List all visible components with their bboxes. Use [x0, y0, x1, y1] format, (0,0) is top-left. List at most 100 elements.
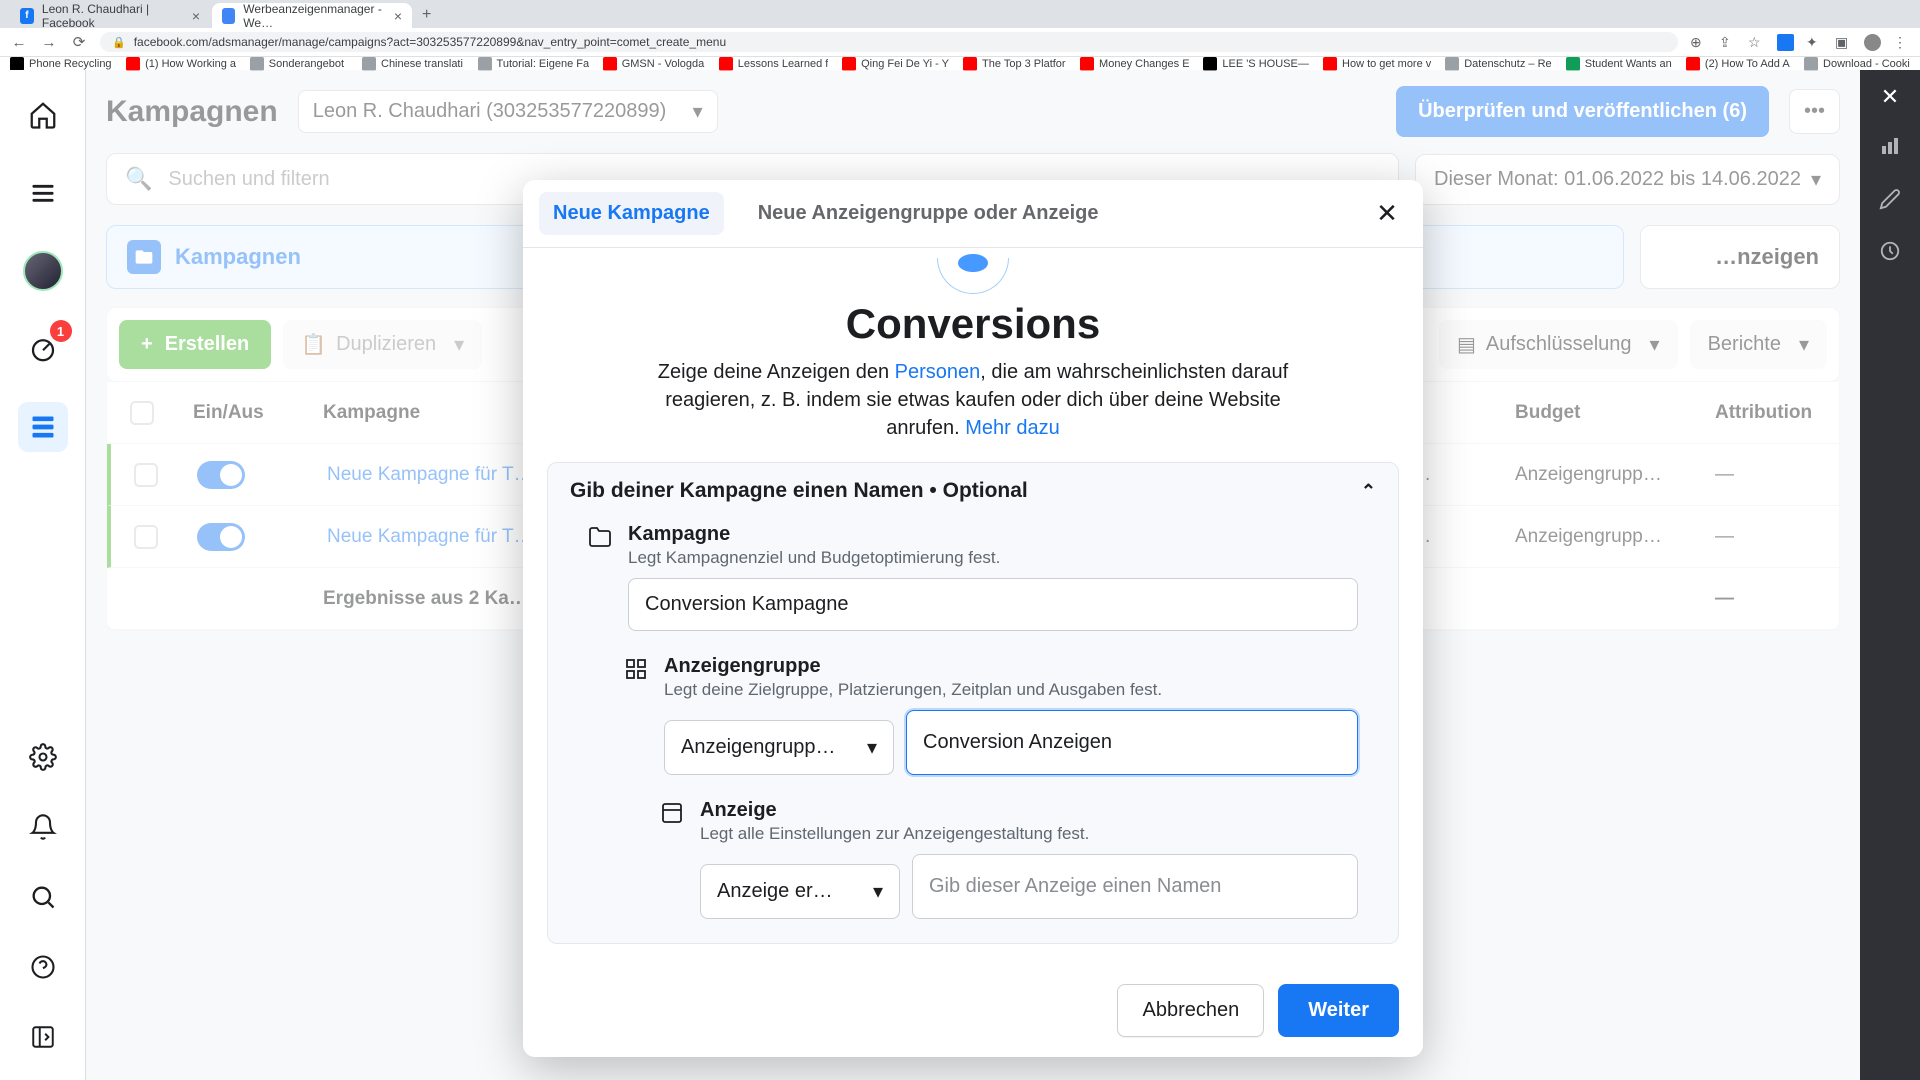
bookmark[interactable]: Chinese translati…	[362, 57, 464, 71]
lock-icon: 🔒	[112, 36, 126, 49]
youtube-icon	[963, 57, 977, 71]
cancel-button[interactable]: Abbrechen	[1117, 984, 1264, 1037]
naming-section-header[interactable]: Gib deiner Kampagne einen Namen • Option…	[548, 463, 1398, 519]
forward-icon[interactable]: →	[40, 34, 58, 51]
menu-icon[interactable]: ⋮	[1893, 34, 1910, 51]
campaign-name-input[interactable]	[628, 578, 1358, 631]
browser-tab[interactable]: f Leon R. Chaudhari | Facebook ×	[10, 3, 210, 28]
bookmark[interactable]: Student Wants an…	[1566, 57, 1672, 71]
folder-icon	[588, 525, 614, 554]
naming-section: Gib deiner Kampagne einen Namen • Option…	[547, 462, 1399, 944]
ad-action-select[interactable]: Anzeige er…▾	[700, 864, 900, 919]
home-icon[interactable]	[18, 90, 68, 140]
menu-icon[interactable]	[18, 168, 68, 218]
adgroup-action-select[interactable]: Anzeigengrupp…▾	[664, 720, 894, 775]
youtube-icon	[1686, 57, 1700, 71]
chevron-up-icon: ⌃	[1361, 481, 1376, 502]
bell-icon[interactable]	[18, 802, 68, 852]
account-avatar[interactable]	[18, 246, 68, 296]
url-text: facebook.com/adsmanager/manage/campaigns…	[134, 35, 726, 49]
facebook-extension-icon[interactable]	[1777, 34, 1794, 51]
bookmark[interactable]: Sonderangebot …	[250, 57, 348, 71]
tabs-icon[interactable]: ▣	[1835, 34, 1852, 51]
modal-tab-new-campaign[interactable]: Neue Kampagne	[539, 192, 724, 235]
bookmark[interactable]: GMSN - Vologda…	[603, 57, 705, 71]
bookmark-icon	[362, 57, 376, 71]
next-button[interactable]: Weiter	[1278, 984, 1399, 1037]
collapse-icon[interactable]	[18, 1012, 68, 1062]
bookmark-icon	[1804, 57, 1818, 71]
bookmark[interactable]: (2) How To Add A…	[1686, 57, 1790, 71]
new-tab-button[interactable]: +	[414, 2, 439, 28]
conversions-icon	[937, 258, 1009, 294]
modal-footer: Abbrechen Weiter	[523, 964, 1423, 1057]
youtube-icon	[842, 57, 856, 71]
bookmark-icon	[1566, 57, 1580, 71]
new-campaign-modal: Neue Kampagne Neue Anzeigengruppe oder A…	[523, 180, 1423, 1057]
help-icon[interactable]	[18, 942, 68, 992]
bookmark-icon	[10, 57, 24, 71]
objective-hero: Conversions Zeige deine Anzeigen den Per…	[547, 258, 1399, 442]
grid-icon	[624, 657, 650, 686]
youtube-icon	[719, 57, 733, 71]
browser-nav-bar: ← → ⟳ 🔒 facebook.com/adsmanager/manage/c…	[0, 28, 1920, 57]
adgroup-name-input[interactable]	[906, 710, 1358, 775]
bookmark[interactable]: Tutorial: Eigene Fa…	[478, 57, 589, 71]
bookmark[interactable]: Money Changes E…	[1080, 57, 1189, 71]
close-icon[interactable]: ×	[192, 8, 200, 24]
zoom-icon[interactable]: ⊕	[1690, 34, 1707, 51]
bookmark[interactable]: Download - Cooki…	[1804, 57, 1910, 71]
extensions-icon[interactable]: ✦	[1806, 34, 1823, 51]
bookmark-bar: Phone Recycling… (1) How Working a… Sond…	[0, 57, 1920, 70]
tab-label: Leon R. Chaudhari | Facebook	[42, 2, 184, 30]
star-icon[interactable]: ☆	[1748, 34, 1765, 51]
chevron-down-icon: ▾	[873, 879, 883, 904]
notification-badge: 1	[50, 320, 72, 342]
modal-tabs: Neue Kampagne Neue Anzeigengruppe oder A…	[523, 180, 1423, 248]
chevron-down-icon: ▾	[867, 735, 877, 760]
profile-avatar[interactable]	[1864, 34, 1881, 51]
gauge-icon[interactable]: 1	[18, 324, 68, 374]
facebook-favicon: f	[20, 8, 34, 24]
level-adgroup-desc: Legt deine Zielgruppe, Platzierungen, Ze…	[664, 680, 1358, 700]
search-icon[interactable]	[18, 872, 68, 922]
bookmark[interactable]: Qing Fei De Yi - Y…	[842, 57, 949, 71]
objective-description: Zeige deine Anzeigen den Personen, die a…	[643, 358, 1303, 442]
bookmark-icon	[250, 57, 264, 71]
grid-icon[interactable]	[18, 402, 68, 452]
bookmark[interactable]: Datenschutz – Re…	[1445, 57, 1552, 71]
bookmark[interactable]: Phone Recycling…	[10, 57, 112, 71]
chart-icon[interactable]	[1878, 134, 1902, 164]
share-icon[interactable]: ⇪	[1719, 34, 1736, 51]
bookmark-icon	[478, 57, 492, 71]
url-bar[interactable]: 🔒 facebook.com/adsmanager/manage/campaig…	[100, 32, 1678, 52]
back-icon[interactable]: ←	[10, 34, 28, 51]
bookmark[interactable]: LEE 'S HOUSE—…	[1203, 57, 1309, 71]
bookmark[interactable]: (1) How Working a…	[126, 57, 236, 71]
bookmark[interactable]: How to get more v…	[1323, 57, 1431, 71]
ad-icon	[660, 801, 686, 830]
persons-link[interactable]: Personen	[895, 361, 981, 383]
learn-more-link[interactable]: Mehr dazu	[965, 417, 1060, 439]
browser-tab-active[interactable]: Werbeanzeigenmanager - We… ×	[212, 3, 412, 28]
close-icon[interactable]: ×	[394, 8, 402, 24]
reload-icon[interactable]: ⟳	[70, 33, 88, 51]
close-icon[interactable]: ✕	[1881, 84, 1899, 110]
clock-icon[interactable]	[1879, 240, 1901, 268]
edit-icon[interactable]	[1879, 188, 1901, 216]
youtube-icon	[126, 57, 140, 71]
browser-nav-actions: ⊕ ⇪ ☆ ✦ ▣ ⋮	[1690, 34, 1910, 51]
level-campaign-desc: Legt Kampagnenziel und Budgetoptimierung…	[628, 548, 1358, 568]
browser-chrome: f Leon R. Chaudhari | Facebook × Werbean…	[0, 0, 1920, 70]
close-icon[interactable]: ✕	[1367, 194, 1407, 234]
level-ad-title: Anzeige	[700, 799, 1358, 822]
bookmark[interactable]: Lessons Learned f…	[719, 57, 828, 71]
bookmark[interactable]: The Top 3 Platfor…	[963, 57, 1066, 71]
youtube-icon	[603, 57, 617, 71]
level-ad-desc: Legt alle Einstellungen zur Anzeigengest…	[700, 824, 1358, 844]
level-adgroup-title: Anzeigengruppe	[664, 655, 1358, 678]
bookmark-icon	[1445, 57, 1459, 71]
ad-name-input[interactable]	[912, 854, 1358, 919]
gear-icon[interactable]	[18, 732, 68, 782]
modal-tab-new-group[interactable]: Neue Anzeigengruppe oder Anzeige	[744, 192, 1113, 235]
